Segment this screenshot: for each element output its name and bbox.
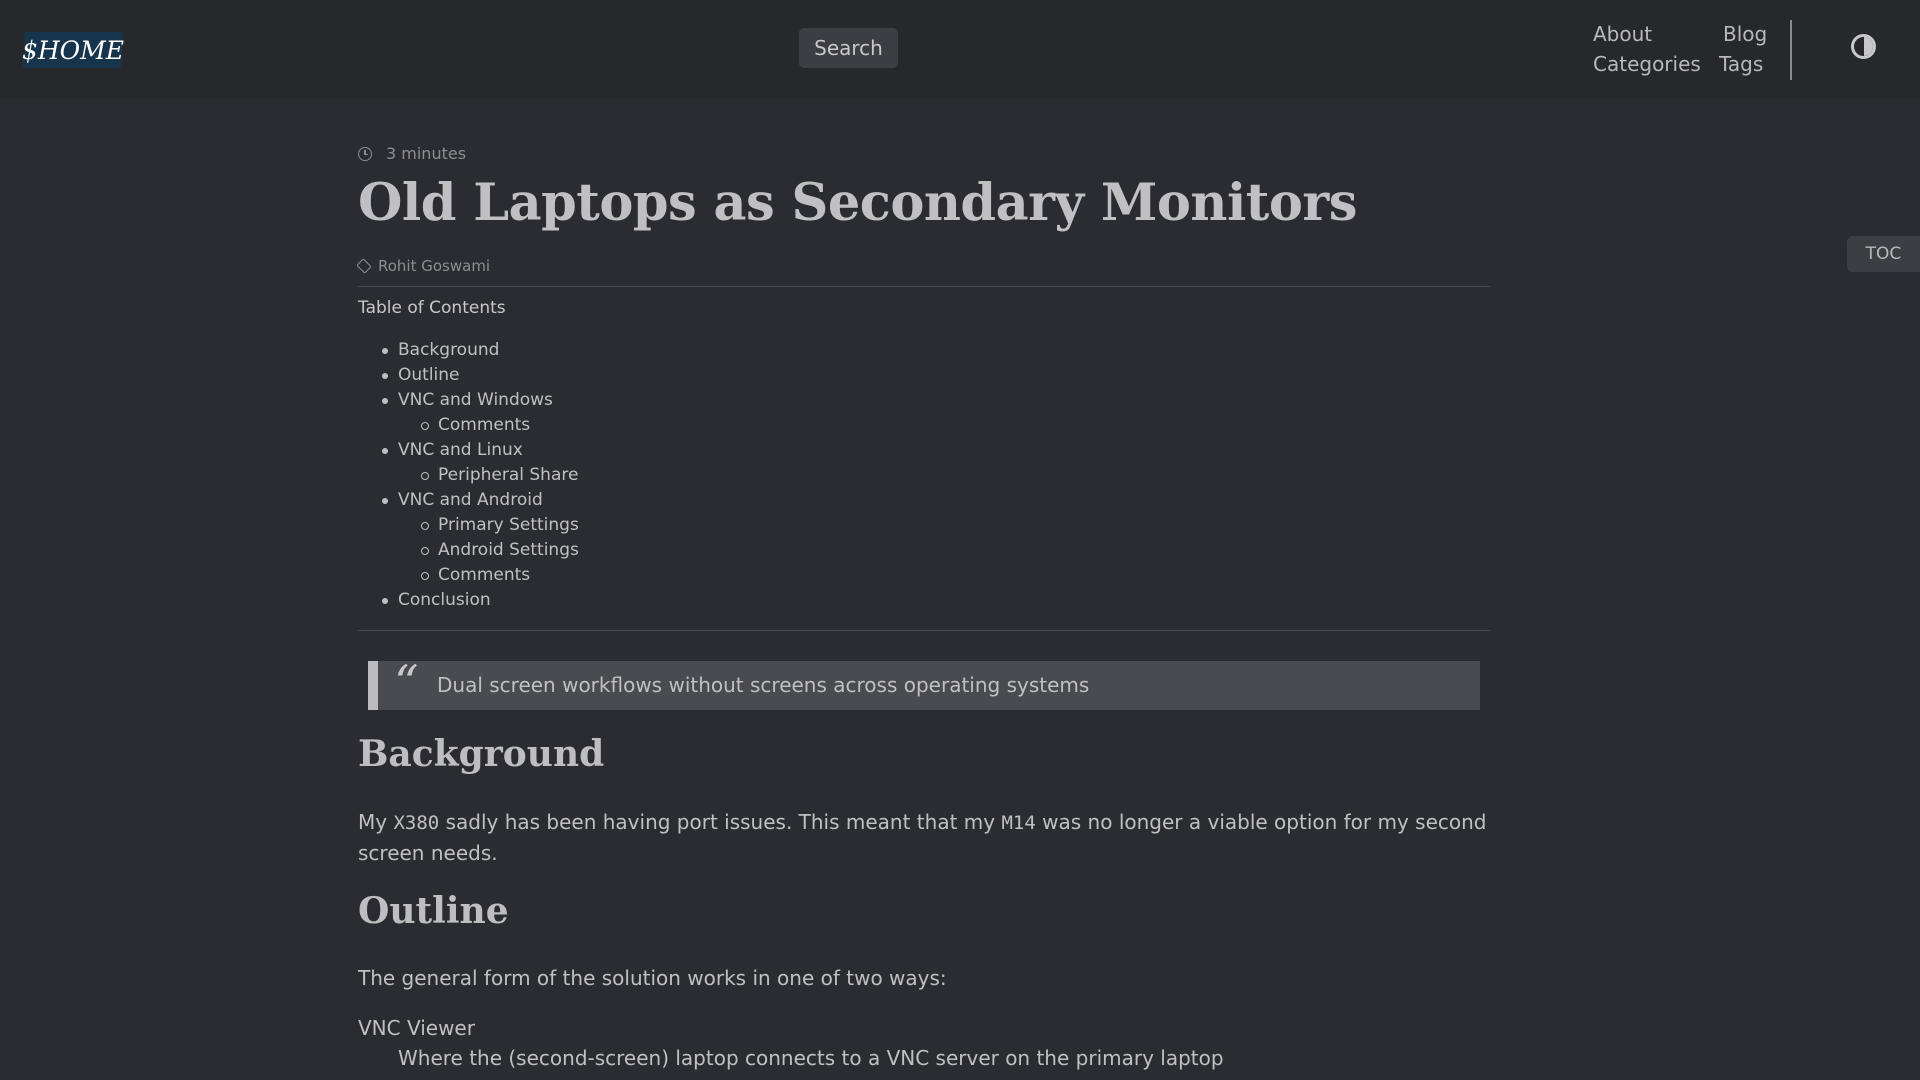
author-line: Rohit Goswami [356, 257, 490, 275]
nav-divider [1790, 20, 1792, 80]
definition-term: VNC Viewer [358, 1016, 475, 1040]
search-button[interactable]: Search [799, 28, 898, 68]
background-paragraph: My X380 sadly has been having port issue… [358, 807, 1490, 868]
toc-item[interactable]: VNC and Android [358, 488, 579, 513]
toc-item[interactable]: Peripheral Share [358, 463, 579, 488]
site-logo[interactable]: $HOME [21, 32, 125, 68]
tag-icon [356, 258, 372, 274]
reading-time-text: 3 minutes [386, 144, 467, 163]
divider [358, 630, 1490, 631]
nav-blog-link[interactable]: Blog [1723, 22, 1767, 46]
toc-item[interactable]: VNC and Linux [358, 438, 579, 463]
author-name[interactable]: Rohit Goswami [378, 257, 490, 275]
definition-description: Where the (second-screen) laptop connect… [398, 1046, 1224, 1070]
divider [358, 286, 1490, 287]
text-segment: sadly has been having port issues. This … [439, 810, 1002, 834]
toc-item[interactable]: Primary Settings [358, 513, 579, 538]
quote-text: Dual screen workflows without screens ac… [437, 673, 1090, 697]
toc-item[interactable]: Conclusion [358, 588, 579, 613]
toc-item[interactable]: Comments [358, 413, 579, 438]
toc-toggle-button[interactable]: TOC [1847, 236, 1920, 272]
inline-code: X380 [393, 812, 440, 834]
logo-text: $HOME [21, 35, 125, 65]
heading-background: Background [358, 733, 605, 775]
clock-icon [358, 146, 372, 161]
site-header: $HOME Search About Blog Categories Tags [0, 0, 1920, 99]
nav-tags-link[interactable]: Tags [1719, 52, 1763, 76]
heading-outline: Outline [358, 890, 509, 932]
nav-categories-link[interactable]: Categories [1593, 52, 1701, 76]
nav-about-link[interactable]: About [1593, 22, 1652, 46]
toc-heading: Table of Contents [358, 298, 506, 318]
toc-item[interactable]: Android Settings [358, 538, 579, 563]
toc-item[interactable]: VNC and Windows [358, 388, 579, 413]
reading-time: 3 minutes [358, 144, 466, 163]
quote-mark-icon: “ [394, 655, 419, 711]
toc-item[interactable]: Background [358, 338, 579, 363]
toc-item[interactable]: Comments [358, 563, 579, 588]
inline-code: M14 [1001, 812, 1036, 834]
outline-paragraph: The general form of the solution works i… [358, 966, 947, 990]
theme-toggle-icon[interactable] [1851, 34, 1876, 59]
post-title: Old Laptops as Secondary Monitors [358, 173, 1357, 233]
toc-item[interactable]: Outline [358, 363, 579, 388]
blockquote: “ Dual screen workflows without screens … [368, 655, 1480, 711]
text-segment: My [358, 810, 394, 834]
table-of-contents: Background Outline VNC and Windows Comments… [358, 338, 579, 613]
